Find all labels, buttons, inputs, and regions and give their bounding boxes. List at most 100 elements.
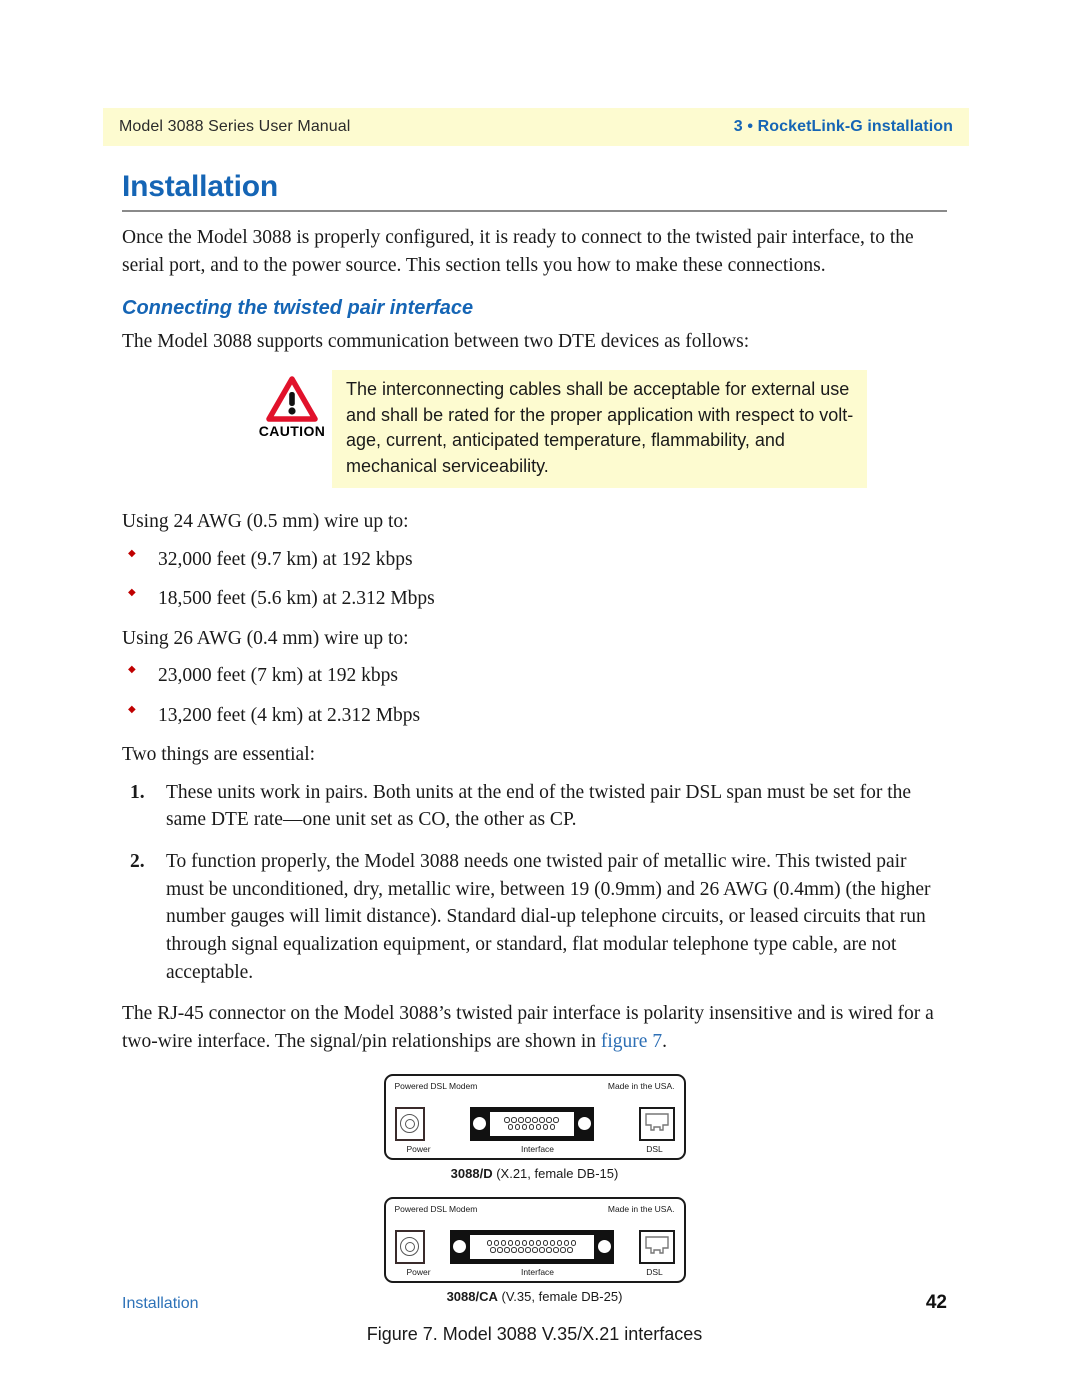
- connector-pin: [542, 1240, 549, 1246]
- list-item: 18,500 feet (5.6 km) at 2.312 Mbps: [122, 585, 947, 612]
- figure-caption: Figure 7. Model 3088 V.35/X.21 interface…: [366, 1323, 703, 1344]
- caution-admonition: CAUTION The interconnecting cables shall…: [122, 370, 947, 489]
- panel-port-labels: Power Interface DSL: [395, 1144, 675, 1155]
- db25-connector-icon: [449, 1229, 614, 1264]
- screw-icon: [451, 1239, 467, 1255]
- connector-pin: [504, 1117, 510, 1123]
- rj45-glyph: [644, 1112, 669, 1131]
- list-item: 13,200 feet (4 km) at 2.312 Mbps: [122, 702, 947, 729]
- panel-port-labels: Power Interface DSL: [395, 1267, 675, 1278]
- dsl-port-label: DSL: [646, 1143, 663, 1154]
- connector-pin: [528, 1124, 535, 1130]
- caution-line: The interconnecting cables shall be acce…: [346, 379, 850, 400]
- connector-pin: [514, 1240, 521, 1246]
- connector-pin: [567, 1247, 573, 1253]
- db25-pin-row-top: [475, 1240, 589, 1246]
- connector-pin: [546, 1117, 552, 1123]
- numbered-steps: 1. These units work in pairs. Both units…: [122, 779, 947, 987]
- connector-pin: [532, 1117, 538, 1123]
- connector-pin: [570, 1240, 577, 1246]
- connector-pin: [493, 1240, 500, 1246]
- device-panel-3088d: Powered DSL Modem Made in the USA. Power…: [383, 1073, 686, 1160]
- connector-pin: [511, 1117, 517, 1123]
- step-text: These units work in pairs. Both units at…: [166, 781, 912, 831]
- connector-pin: [490, 1247, 496, 1253]
- page-number: 42: [925, 1292, 947, 1313]
- screw-icon: [596, 1239, 612, 1255]
- warning-triangle-icon: [266, 376, 318, 422]
- list-item: 23,000 feet (7 km) at 192 kbps: [122, 662, 947, 689]
- panel-origin-label: Made in the USA.: [607, 1203, 675, 1214]
- step-item: 1. These units work in pairs. Both units…: [122, 779, 947, 834]
- connector-pin: [539, 1247, 545, 1253]
- dsl-port-label: DSL: [646, 1266, 663, 1277]
- screw-icon: [576, 1116, 592, 1132]
- connector-pin: [542, 1124, 549, 1130]
- connector-pin: [525, 1247, 531, 1253]
- rj45-glyph: [644, 1235, 669, 1254]
- db25-pin-row-bottom: [475, 1247, 589, 1253]
- step-number: 1.: [130, 781, 145, 803]
- db15-shell: [488, 1110, 575, 1137]
- rj45-paragraph: The RJ-45 connector on the Model 3088’s …: [122, 1000, 947, 1055]
- db15-pin-row-top: [495, 1117, 569, 1123]
- connector-pin: [549, 1240, 556, 1246]
- interface-port-label: Interface: [520, 1143, 555, 1154]
- connector-pin: [497, 1247, 503, 1253]
- device-panel-3088ca: Powered DSL Modem Made in the USA. Power…: [383, 1196, 686, 1283]
- power-jack-ring: [400, 1237, 419, 1257]
- caution-line: mechanical serviceability.: [346, 455, 549, 476]
- section-heading: Connecting the twisted pair interface: [122, 297, 474, 320]
- figure-7-link[interactable]: figure 7: [601, 1031, 662, 1052]
- caution-text-box: The interconnecting cables shall be acce…: [332, 370, 868, 489]
- rj45-jack-icon: [638, 1229, 675, 1264]
- panel-model-detail: (X.21, female DB-15): [496, 1165, 619, 1181]
- caution-label: CAUTION: [258, 423, 326, 440]
- connector-pin: [507, 1124, 514, 1130]
- connector-pin: [521, 1124, 528, 1130]
- db15-pin-row-bottom: [495, 1124, 569, 1130]
- panel-model-name: 3088/D: [450, 1165, 493, 1181]
- header-manual-title: Model 3088 Series User Manual: [119, 118, 351, 135]
- interface-port-label: Interface: [520, 1266, 555, 1277]
- intro-paragraph: Once the Model 3088 is properly configur…: [122, 227, 914, 276]
- connector-pin: [525, 1117, 531, 1123]
- connector-pin: [500, 1240, 507, 1246]
- screw-icon: [471, 1116, 487, 1132]
- rj45-jack-icon: [638, 1106, 675, 1141]
- awg26-list: 23,000 feet (7 km) at 192 kbps 13,200 fe…: [122, 662, 947, 729]
- footer-section-label: Installation: [122, 1295, 199, 1312]
- connector-pin: [507, 1240, 514, 1246]
- connector-pin: [563, 1240, 570, 1246]
- step-number: 2.: [130, 850, 145, 872]
- page-title: Installation: [122, 170, 278, 203]
- panel-origin-label: Made in the USA.: [607, 1080, 675, 1091]
- essentials-lead: Two things are essential:: [122, 743, 316, 765]
- connector-pin: [518, 1117, 524, 1123]
- step-text: To function properly, the Model 3088 nee…: [166, 850, 931, 983]
- power-jack-icon: [394, 1106, 425, 1141]
- caution-line: age, current, anticipated temperature, f…: [346, 430, 785, 451]
- caution-line: and shall be rated for the proper applic…: [346, 404, 854, 425]
- connector-pin: [549, 1124, 556, 1130]
- connector-pin: [560, 1247, 566, 1253]
- connector-pin: [486, 1240, 493, 1246]
- panel-caption-3088d: 3088/D (X.21, female DB-15): [451, 1166, 619, 1181]
- panel-top-labels: Powered DSL Modem Made in the USA.: [395, 1081, 675, 1091]
- connector-pin: [528, 1240, 535, 1246]
- connector-pin: [518, 1247, 524, 1253]
- running-header: Model 3088 Series User Manual 3 • Rocket…: [103, 108, 969, 146]
- connector-pin: [539, 1117, 545, 1123]
- list-item: 32,000 feet (9.7 km) at 192 kbps: [122, 546, 947, 573]
- power-port-label: Power: [406, 1143, 431, 1154]
- connector-pin: [553, 1117, 559, 1123]
- panel-connector-row: [394, 1105, 675, 1143]
- connector-pin: [546, 1247, 552, 1253]
- panel-top-labels: Powered DSL Modem Made in the USA.: [395, 1204, 675, 1214]
- awg24-list: 32,000 feet (9.7 km) at 192 kbps 18,500 …: [122, 546, 947, 613]
- caution-icon-group: CAUTION: [252, 370, 332, 439]
- title-divider: [122, 210, 947, 212]
- panel-product-label: Powered DSL Modem: [394, 1203, 478, 1214]
- connector-pin: [504, 1247, 510, 1253]
- document-page: Model 3088 Series User Manual 3 • Rocket…: [0, 0, 1080, 1397]
